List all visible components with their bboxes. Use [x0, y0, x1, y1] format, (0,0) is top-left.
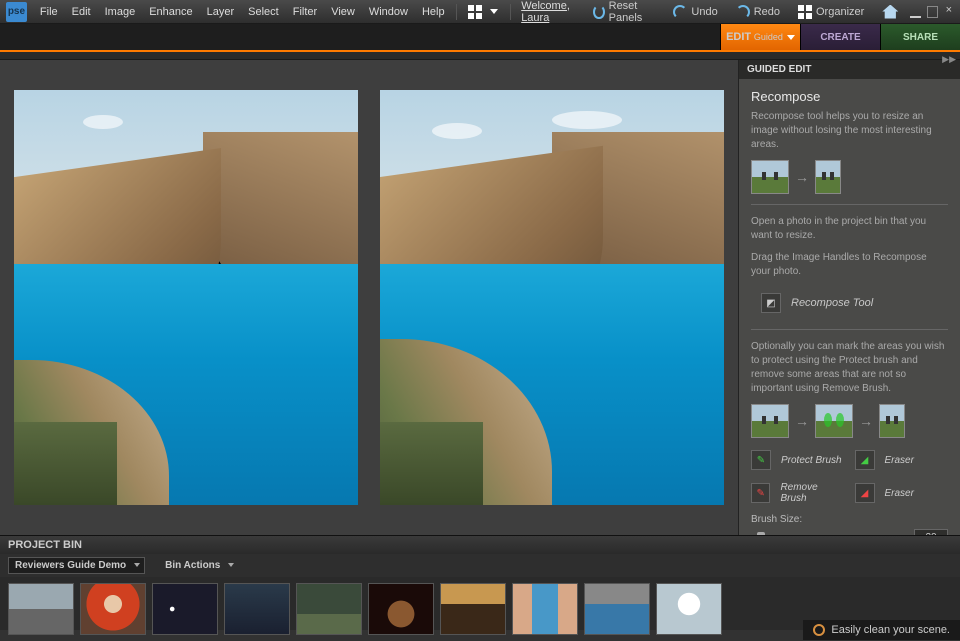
- bin-thumb[interactable]: [440, 583, 506, 635]
- redo-button[interactable]: Redo: [728, 2, 788, 22]
- bin-thumb[interactable]: [368, 583, 434, 635]
- menu-help[interactable]: Help: [415, 6, 452, 18]
- protect-eraser-button[interactable]: ◢Eraser: [855, 448, 949, 472]
- menu-enhance[interactable]: Enhance: [142, 6, 199, 18]
- menu-view[interactable]: View: [324, 6, 362, 18]
- bin-thumb[interactable]: [512, 583, 578, 635]
- home-icon: [882, 5, 898, 19]
- reset-icon: [593, 5, 604, 19]
- panel-header: GUIDED EDIT: [739, 60, 960, 79]
- menu-layer[interactable]: Layer: [200, 6, 242, 18]
- gear-icon: [813, 624, 825, 636]
- bin-thumb[interactable]: [80, 583, 146, 635]
- arrow-right-icon: →: [859, 413, 873, 429]
- bin-thumb[interactable]: [8, 583, 74, 635]
- project-bin: PROJECT BIN Reviewers Guide Demo Bin Act…: [0, 535, 960, 630]
- undo-icon: [673, 5, 687, 19]
- open-instruction: Open a photo in the project bin that you…: [751, 215, 948, 243]
- menu-edit[interactable]: Edit: [65, 6, 98, 18]
- example-after-thumb: [815, 160, 841, 194]
- example2-thumb3: [879, 404, 905, 438]
- organizer-icon: [798, 5, 812, 19]
- brush-size-value[interactable]: 20: [914, 529, 948, 535]
- tab-create[interactable]: CREATE: [800, 24, 880, 50]
- example2-thumb1: [751, 404, 789, 438]
- protect-brush-icon: ✎: [751, 450, 771, 470]
- mode-tabs: EDIT Guided CREATE SHARE: [0, 24, 960, 52]
- recompose-tool-button[interactable]: ◩ Recompose Tool: [751, 287, 948, 319]
- brush-size-label: Brush Size:: [751, 514, 948, 525]
- bin-actions-dropdown[interactable]: Bin Actions: [159, 558, 238, 573]
- remove-brush-button[interactable]: ✎Remove Brush: [751, 480, 845, 506]
- before-image[interactable]: [14, 90, 358, 505]
- bin-thumb[interactable]: [584, 583, 650, 635]
- close-button[interactable]: ×: [944, 6, 954, 18]
- protect-brush-button[interactable]: ✎Protect Brush: [751, 448, 845, 472]
- project-bin-label: PROJECT BIN: [8, 539, 82, 551]
- arrow-right-icon: →: [795, 413, 809, 429]
- home-button[interactable]: [874, 2, 906, 22]
- reset-panels-button[interactable]: Reset Panels: [585, 0, 663, 27]
- example2-thumb2: [815, 404, 853, 438]
- recompose-tool-icon: ◩: [761, 293, 781, 313]
- optional-instruction: Optionally you can mark the areas you wi…: [751, 340, 948, 396]
- drag-instruction: Drag the Image Handles to Recompose your…: [751, 251, 948, 279]
- options-bar: [0, 52, 960, 60]
- eraser-icon: ◢: [855, 450, 875, 470]
- panel-description: Recompose tool helps you to resize an im…: [751, 110, 948, 152]
- panel-title: Recompose: [751, 89, 948, 104]
- menu-file[interactable]: File: [33, 6, 65, 18]
- guided-edit-panel: GUIDED EDIT Recompose Recompose tool hel…: [738, 60, 960, 535]
- bin-source-dropdown[interactable]: Reviewers Guide Demo: [8, 557, 145, 574]
- organizer-button[interactable]: Organizer: [790, 2, 872, 22]
- bin-thumb[interactable]: [224, 583, 290, 635]
- menu-window[interactable]: Window: [362, 6, 415, 18]
- minimize-button[interactable]: [910, 6, 920, 18]
- bin-thumb[interactable]: [656, 583, 722, 635]
- menu-image[interactable]: Image: [98, 6, 143, 18]
- canvas-area: [0, 60, 738, 535]
- footer-tip: Easily clean your scene.: [803, 620, 960, 640]
- remove-eraser-button[interactable]: ◢Eraser: [855, 480, 949, 506]
- arrange-button[interactable]: [460, 2, 506, 22]
- grid-icon: [468, 5, 482, 19]
- undo-button[interactable]: Undo: [665, 2, 725, 22]
- after-image[interactable]: [380, 90, 724, 505]
- app-logo[interactable]: pse: [6, 2, 27, 22]
- bin-thumb[interactable]: [152, 583, 218, 635]
- tab-edit[interactable]: EDIT Guided: [720, 24, 800, 50]
- welcome-link[interactable]: Welcome, Laura: [521, 0, 585, 24]
- expand-chevron-icon[interactable]: ▶▶: [942, 54, 956, 65]
- menubar: pse File Edit Image Enhance Layer Select…: [0, 0, 960, 24]
- bin-thumb[interactable]: [296, 583, 362, 635]
- arrow-right-icon: →: [795, 169, 809, 185]
- maximize-button[interactable]: [927, 6, 938, 18]
- redo-icon: [736, 5, 750, 19]
- menu-select[interactable]: Select: [241, 6, 286, 18]
- eraser-icon: ◢: [855, 483, 875, 503]
- menu-filter[interactable]: Filter: [286, 6, 324, 18]
- tab-share[interactable]: SHARE: [880, 24, 960, 50]
- example-before-thumb: [751, 160, 789, 194]
- remove-brush-icon: ✎: [751, 483, 770, 503]
